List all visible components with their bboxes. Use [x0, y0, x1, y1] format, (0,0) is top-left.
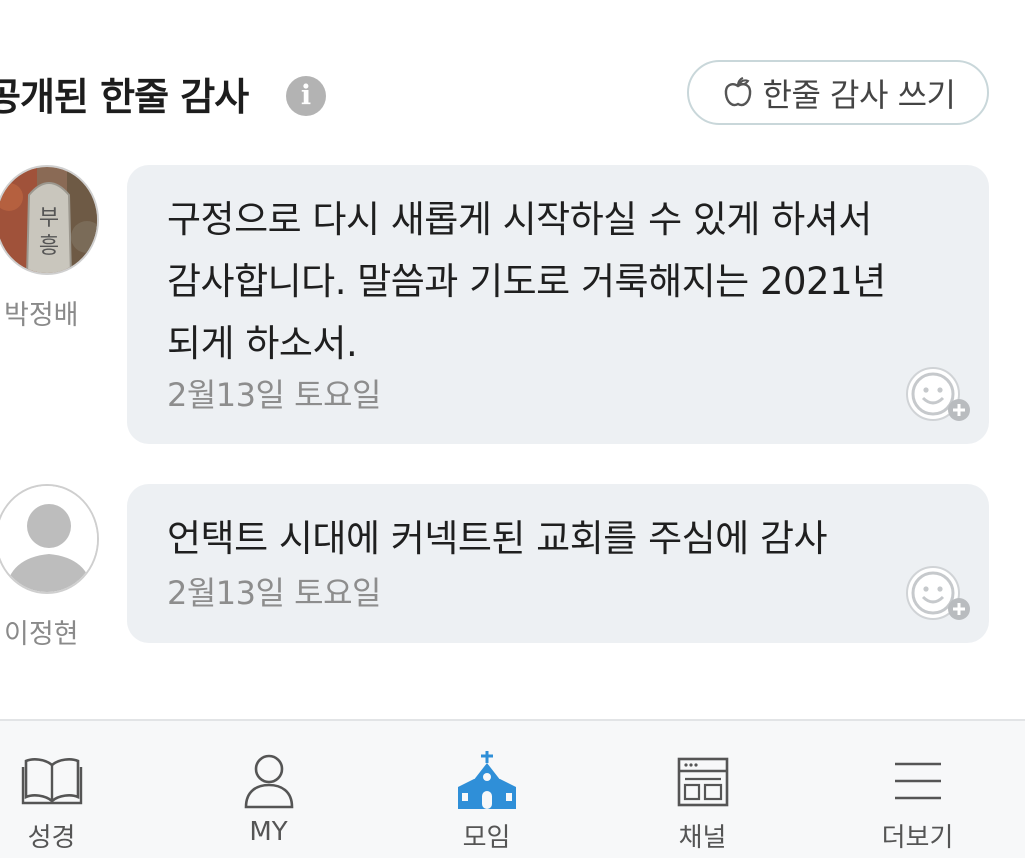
menu-icon — [894, 762, 941, 800]
add-reaction-icon[interactable] — [905, 366, 973, 424]
section-header: 공개된 한줄 감사 i 한줄 감사 쓰기 — [0, 56, 1025, 128]
nav-item-group[interactable]: 모임 — [384, 721, 589, 858]
avatar-photo: 부 흥 — [0, 167, 97, 273]
svg-text:흥: 흥 — [39, 234, 59, 259]
apple-icon — [724, 76, 751, 106]
book-icon — [21, 758, 82, 805]
nav-item-my[interactable]: MY — [166, 721, 371, 858]
nav-item-more[interactable]: 더보기 — [815, 721, 1020, 858]
nav-label: 채널 — [678, 823, 727, 853]
nav-label: 성경 — [27, 823, 76, 853]
post-date: 2월13일 토요일 — [167, 574, 381, 612]
nav-item-channel[interactable]: 채널 — [600, 721, 805, 858]
avatar[interactable]: 부 흥 — [0, 165, 99, 275]
write-button-label: 한줄 감사 쓰기 — [762, 75, 956, 114]
post-text-line: 구정으로 다시 새롭게 시작하실 수 있게 하셔서 — [167, 198, 872, 241]
info-icon[interactable]: i — [286, 76, 326, 116]
nav-item-bible[interactable]: 성경 — [0, 721, 154, 858]
add-reaction-icon[interactable] — [905, 565, 973, 623]
person-icon — [244, 754, 293, 809]
post-date: 2월13일 토요일 — [167, 376, 381, 414]
church-icon — [457, 751, 516, 809]
post-text: 구정으로 다시 새롭게 시작하실 수 있게 하셔서 감사합니다. 말씀과 기도로… — [167, 189, 886, 375]
section-title: 공개된 한줄 감사 — [0, 75, 249, 119]
post-bubble: 언택트 시대에 커넥트된 교회를 주심에 감사 2월13일 토요일 — [127, 484, 989, 643]
nav-label: 더보기 — [881, 823, 954, 853]
post-bubble: 구정으로 다시 새롭게 시작하실 수 있게 하셔서 감사합니다. 말씀과 기도로… — [127, 165, 989, 444]
post-item: 부 흥 박정배 구정으로 다시 새롭게 시작하실 수 있게 하셔서 감사합니다.… — [0, 165, 1025, 445]
post-text: 언택트 시대에 커넥트된 교회를 주심에 감사 — [167, 508, 828, 570]
channel-icon — [677, 757, 728, 807]
bottom-nav: 성경 MY 모임 채널 더보기 — [0, 719, 1025, 858]
nav-label: 모임 — [462, 823, 511, 853]
default-avatar-icon — [0, 486, 97, 592]
post-item: 이정현 언택트 시대에 커넥트된 교회를 주심에 감사 2월13일 토요일 — [0, 484, 1025, 650]
avatar[interactable] — [0, 484, 99, 594]
post-text-line: 언택트 시대에 커넥트된 교회를 주심에 감사 — [167, 517, 828, 560]
post-text-line: 감사합니다. 말씀과 기도로 거룩해지는 2021년 — [167, 260, 886, 303]
nav-label: MY — [249, 817, 288, 847]
write-gratitude-button[interactable]: 한줄 감사 쓰기 — [687, 60, 989, 125]
post-text-line: 되게 하소서. — [167, 322, 358, 365]
author-name: 이정현 — [4, 619, 79, 650]
author-name: 박정배 — [4, 300, 79, 331]
svg-text:부: 부 — [39, 206, 59, 231]
